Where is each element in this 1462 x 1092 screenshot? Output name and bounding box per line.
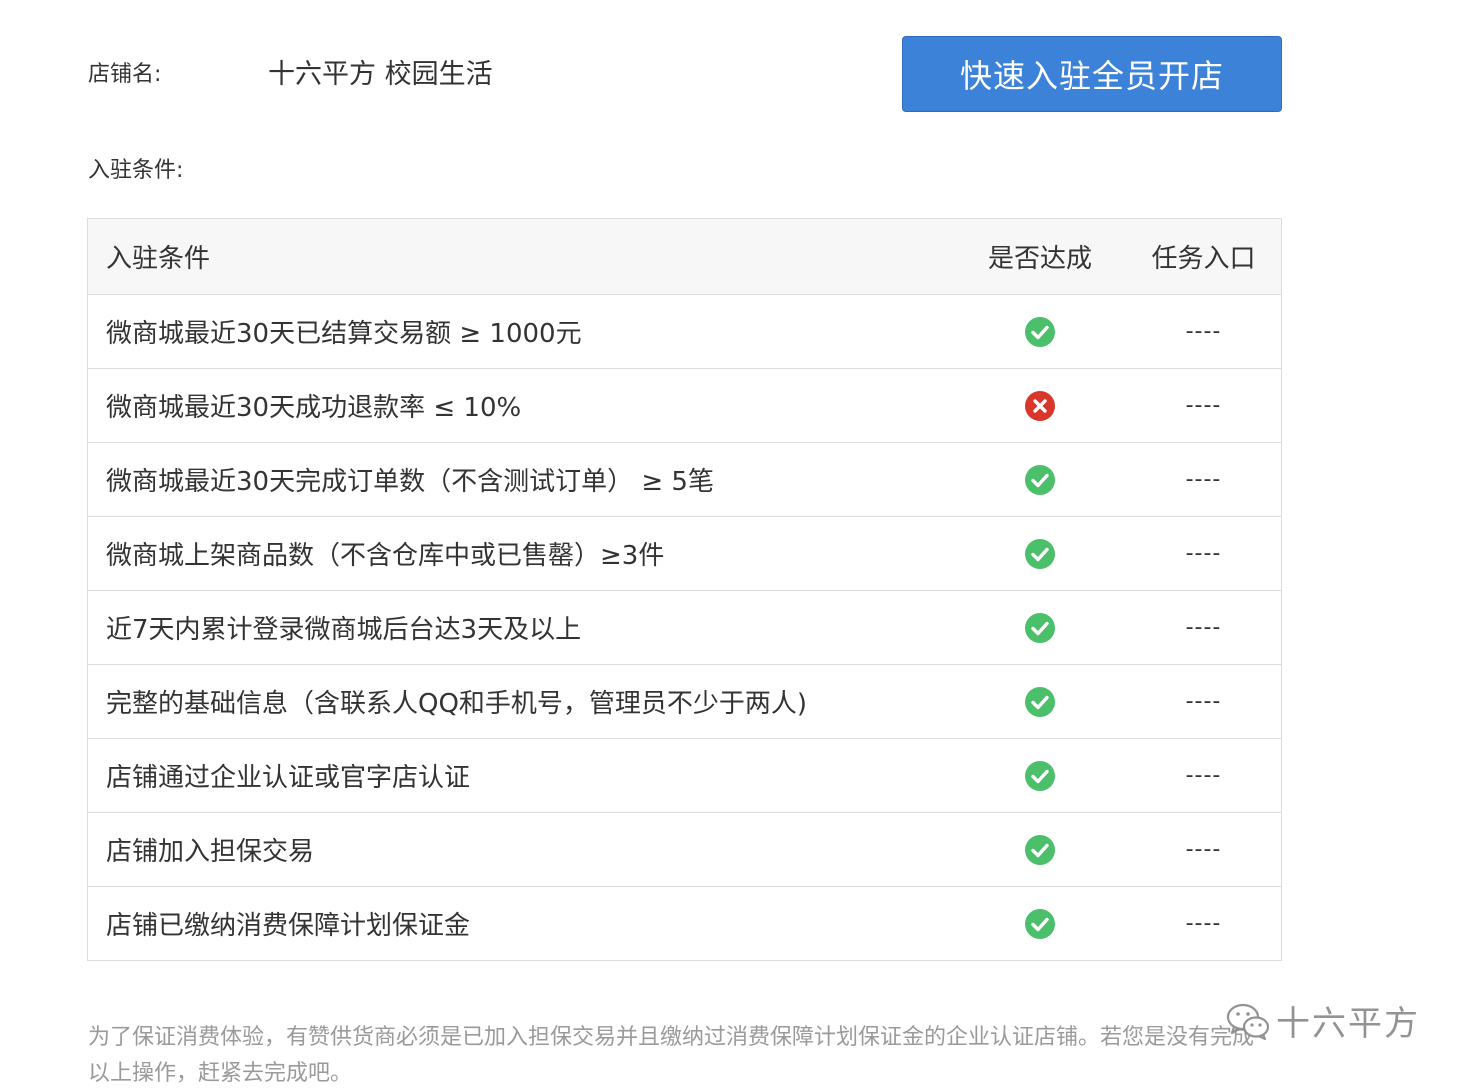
table-row: 店铺加入担保交易 ---- <box>88 812 1281 886</box>
table-row: 店铺通过企业认证或官字店认证 ---- <box>88 738 1281 812</box>
condition-text: 微商城最近30天已结算交易额 ≥ 1000元 <box>106 319 582 349</box>
condition-text: 微商城最近30天完成订单数（不含测试订单） ≥ 5笔 <box>106 467 714 497</box>
achieved-status <box>954 834 1126 866</box>
watermark-text: 十六平方 <box>1276 1004 1420 1044</box>
achieved-status <box>954 760 1126 792</box>
table-row: 微商城最近30天已结算交易额 ≥ 1000元 ---- <box>88 294 1281 368</box>
check-circle-icon <box>1025 760 1055 791</box>
quick-open-shop-button[interactable]: 快速入驻全员开店 <box>902 36 1282 112</box>
condition-text: 店铺加入担保交易 <box>106 837 315 867</box>
shop-name-label: 店铺名: <box>88 62 162 87</box>
header-achieved: 是否达成 <box>987 244 1092 274</box>
table-body: 微商城最近30天已结算交易额 ≥ 1000元 ---- 微商城最近30天成功退款率 … <box>88 294 1281 960</box>
condition-text: 完整的基础信息（含联系人QQ和手机号，管理员不少于两人) <box>106 689 808 719</box>
task-entry: ---- <box>1185 615 1222 640</box>
task-entry: ---- <box>1185 541 1222 566</box>
achieved-status <box>954 538 1126 570</box>
cross-circle-icon <box>1025 390 1055 421</box>
task-entry: ---- <box>1185 763 1222 788</box>
task-entry: ---- <box>1185 393 1222 418</box>
condition-text: 近7天内累计登录微商城后台达3天及以上 <box>106 615 582 645</box>
task-entry: ---- <box>1185 689 1222 714</box>
table-row: 近7天内累计登录微商城后台达3天及以上 ---- <box>88 590 1281 664</box>
achieved-status <box>954 390 1126 422</box>
task-entry: ---- <box>1185 319 1222 344</box>
condition-text: 微商城最近30天成功退款率 ≤ 10% <box>106 393 522 423</box>
check-circle-icon <box>1025 538 1055 569</box>
table-row: 完整的基础信息（含联系人QQ和手机号，管理员不少于两人) ---- <box>88 664 1281 738</box>
watermark: 十六平方 <box>1226 996 1420 1045</box>
achieved-status <box>954 686 1126 718</box>
table-row: 微商城最近30天完成订单数（不含测试订单） ≥ 5笔 ---- <box>88 442 1281 516</box>
header-condition: 入驻条件 <box>106 244 211 274</box>
achieved-status <box>954 316 1126 348</box>
check-circle-icon <box>1025 612 1055 643</box>
condition-text: 微商城上架商品数（不含仓库中或已售罄）≥3件 <box>106 541 665 571</box>
table-row: 微商城上架商品数（不含仓库中或已售罄）≥3件 ---- <box>88 516 1281 590</box>
task-entry: ---- <box>1185 837 1222 862</box>
task-entry: ---- <box>1185 911 1222 936</box>
achieved-status <box>954 612 1126 644</box>
condition-text: 店铺通过企业认证或官字店认证 <box>106 763 471 793</box>
condition-text: 店铺已缴纳消费保障计划保证金 <box>106 911 471 941</box>
conditions-section-label: 入驻条件: <box>88 158 184 183</box>
achieved-status <box>954 908 1126 940</box>
table-header-row: 入驻条件 是否达成 任务入口 <box>88 219 1281 294</box>
check-circle-icon <box>1025 464 1055 495</box>
check-circle-icon <box>1025 316 1055 347</box>
header-task-entry: 任务入口 <box>1151 244 1256 274</box>
check-circle-icon <box>1025 908 1055 939</box>
conditions-table: 入驻条件 是否达成 任务入口 微商城最近30天已结算交易额 ≥ 1000元 ---… <box>87 218 1282 961</box>
footnote-text: 为了保证消费体验，有赞供货商必须是已加入担保交易并且缴纳过消费保障计划保证金的企… <box>88 1025 1255 1086</box>
check-circle-icon <box>1025 686 1055 717</box>
wechat-icon <box>1226 1003 1270 1040</box>
task-entry: ---- <box>1185 467 1222 492</box>
table-row: 店铺已缴纳消费保障计划保证金 ---- <box>88 886 1281 960</box>
check-circle-icon <box>1025 834 1055 865</box>
achieved-status <box>954 464 1126 496</box>
table-row: 微商城最近30天成功退款率 ≤ 10% ---- <box>88 368 1281 442</box>
shop-name-value: 十六平方 校园生活 <box>268 59 493 90</box>
